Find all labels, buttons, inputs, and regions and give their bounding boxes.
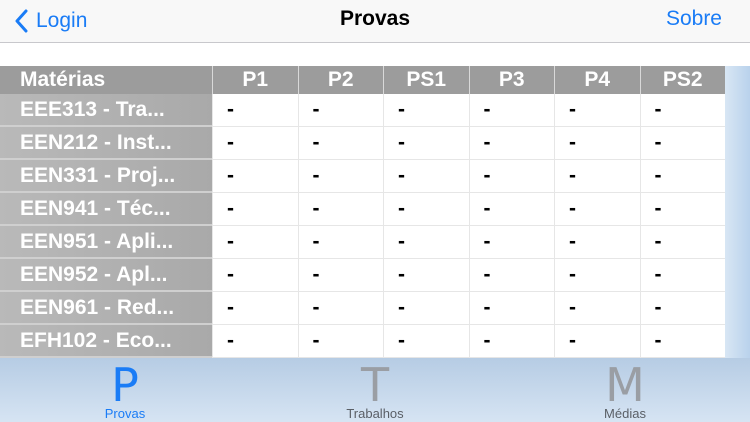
grade-cell: -	[297, 160, 383, 193]
column-header-p3: P3	[468, 66, 555, 94]
subject-cell: EEN941 - Téc...	[0, 193, 212, 226]
grade-cell: -	[639, 127, 725, 160]
grade-cell: -	[554, 292, 640, 325]
tab-bar: P Provas T Trabalhos M Médias	[0, 358, 750, 422]
provas-icon: P	[111, 358, 139, 412]
grade-cell: -	[639, 259, 725, 292]
page-title: Provas	[339, 7, 411, 30]
table-row[interactable]: EEN941 - Téc... - - - - - -	[0, 193, 725, 226]
grade-cell: -	[383, 325, 469, 358]
table-row[interactable]: EEN951 - Apli... - - - - - -	[0, 226, 725, 259]
grade-cell: -	[639, 292, 725, 325]
subject-cell: EEN951 - Apli...	[0, 226, 212, 259]
tab-provas[interactable]: P Provas	[0, 358, 250, 422]
grade-cell: -	[297, 259, 383, 292]
grade-cell: -	[383, 193, 469, 226]
grade-cell: -	[212, 193, 298, 226]
grade-cell: -	[383, 292, 469, 325]
tab-label: Provas	[104, 406, 146, 421]
grade-cell: -	[639, 226, 725, 259]
tab-label: Trabalhos	[346, 406, 404, 421]
grade-cell: -	[468, 292, 554, 325]
column-header-p1: P1	[212, 66, 298, 94]
grade-cell: -	[212, 325, 298, 358]
about-button[interactable]: Sobre	[666, 7, 722, 31]
grade-cell: -	[639, 325, 725, 358]
grade-cell: -	[212, 160, 298, 193]
grade-cell: -	[297, 193, 383, 226]
grade-cell: -	[554, 94, 640, 127]
column-header-ps2: PS2	[639, 66, 726, 94]
navigation-bar: Login Provas Sobre	[0, 0, 750, 42]
grade-cell: -	[297, 127, 383, 160]
column-header-ps1: PS1	[383, 66, 469, 94]
grade-cell: -	[297, 226, 383, 259]
nav-divider	[0, 42, 750, 43]
medias-icon: M	[605, 358, 645, 412]
grade-cell: -	[383, 160, 469, 193]
grade-cell: -	[212, 127, 298, 160]
trabalhos-icon: T	[360, 358, 390, 412]
tab-trabalhos[interactable]: T Trabalhos	[250, 358, 500, 422]
table-row[interactable]: EEN331 - Proj... - - - - - -	[0, 160, 725, 193]
grade-cell: -	[554, 160, 640, 193]
table-header-row: Matérias P1 P2 PS1 P3 P4 PS2	[0, 66, 725, 94]
grades-table: Matérias P1 P2 PS1 P3 P4 PS2 EEE313 - Tr…	[0, 66, 725, 358]
grade-cell: -	[639, 160, 725, 193]
table-row[interactable]: EEN212 - Inst... - - - - - -	[0, 127, 725, 160]
grade-cell: -	[297, 292, 383, 325]
tab-medias[interactable]: M Médias	[500, 358, 750, 422]
grade-cell: -	[297, 325, 383, 358]
grade-cell: -	[554, 226, 640, 259]
table-row[interactable]: EEE313 - Tra... - - - - - -	[0, 94, 725, 127]
subject-cell: EEN952 - Apl...	[0, 259, 212, 292]
subject-cell: EEN212 - Inst...	[0, 127, 212, 160]
grade-cell: -	[468, 160, 554, 193]
table-row[interactable]: EEN961 - Red... - - - - - -	[0, 292, 725, 325]
tab-label: Médias	[604, 406, 646, 421]
subject-cell: EFH102 - Eco...	[0, 325, 212, 358]
grade-cell: -	[212, 94, 298, 127]
table-row[interactable]: EEN952 - Apl... - - - - - -	[0, 259, 725, 292]
column-header-p4: P4	[554, 66, 640, 94]
grade-cell: -	[468, 193, 554, 226]
grade-cell: -	[212, 292, 298, 325]
grade-cell: -	[554, 259, 640, 292]
grade-cell: -	[383, 226, 469, 259]
grade-cell: -	[468, 259, 554, 292]
grade-cell: -	[212, 259, 298, 292]
grade-cell: -	[468, 127, 554, 160]
grade-cell: -	[468, 325, 554, 358]
side-decoration	[725, 66, 750, 358]
grade-cell: -	[639, 193, 725, 226]
grade-cell: -	[554, 127, 640, 160]
subject-cell: EEN331 - Proj...	[0, 160, 212, 193]
subject-cell: EEE313 - Tra...	[0, 94, 212, 127]
grade-cell: -	[468, 226, 554, 259]
grade-cell: -	[383, 94, 469, 127]
grade-cell: -	[383, 259, 469, 292]
table-row[interactable]: EFH102 - Eco... - - - - - -	[0, 325, 725, 358]
grade-cell: -	[554, 193, 640, 226]
grade-cell: -	[383, 127, 469, 160]
grade-cell: -	[639, 94, 725, 127]
grade-cell: -	[297, 94, 383, 127]
grade-cell: -	[212, 226, 298, 259]
column-header-subjects: Matérias	[20, 68, 106, 91]
column-header-p2: P2	[297, 66, 384, 94]
subject-cell: EEN961 - Red...	[0, 292, 212, 325]
grade-cell: -	[468, 94, 554, 127]
grade-cell: -	[554, 325, 640, 358]
